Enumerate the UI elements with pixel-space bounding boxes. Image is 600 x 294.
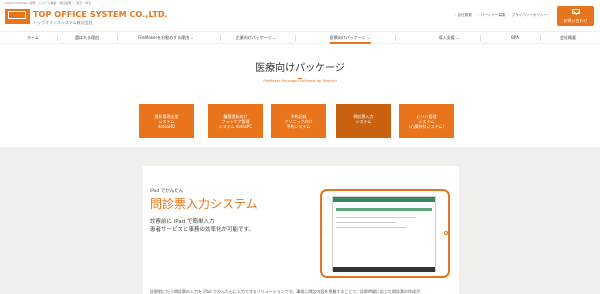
nav-divider bbox=[220, 35, 221, 41]
package-tile-footcare[interactable]: 腹膜透析向け フットケア管理 システム dotsoPC bbox=[208, 104, 263, 138]
logo-mark-icon bbox=[8, 11, 26, 19]
nav-item-enterprise[interactable]: 企業向けパッケージ ⌄ bbox=[236, 32, 277, 44]
hero-section: 医療向けパッケージ FileMaker Packaged Software fo… bbox=[0, 44, 600, 147]
package-tile-label: 予約記録 クリニック向け 予約システム bbox=[284, 114, 313, 129]
feature-label: iPad でかんたん bbox=[150, 189, 184, 194]
main-nav: ホーム 選ばれる理由 FileMakerをお勧めする理由 ⌄ 企業向けパッケージ… bbox=[0, 31, 600, 44]
ipad-frame: ‹ bbox=[320, 189, 450, 278]
nav-item-bpa[interactable]: BPA bbox=[511, 32, 519, 44]
nav-item-home[interactable]: ホーム bbox=[27, 32, 39, 44]
screen-row bbox=[336, 227, 406, 228]
nav-item-medical[interactable]: 医療向けパッケージ ⌄ bbox=[329, 32, 371, 44]
package-tile-label: 心リハ管理 システム （心臓外科システム） bbox=[406, 114, 447, 129]
package-tile-reservation[interactable]: 予約記録 クリニック向け 予約システム bbox=[271, 104, 326, 138]
package-tile-dialysis[interactable]: 透析管理支援 システム dotsoHD bbox=[139, 104, 194, 138]
screen-row bbox=[336, 222, 396, 223]
nav-item-reasons[interactable]: 選ばれる理由 bbox=[75, 32, 99, 44]
nav-divider bbox=[395, 35, 396, 41]
nav-divider bbox=[480, 35, 481, 41]
package-tile-questionnaire[interactable]: 問診票入力 システム bbox=[336, 104, 391, 138]
feature-card: iPad でかんたん 問診票入力システム 診察前に iPad で簡単入力 患者サ… bbox=[143, 166, 459, 294]
app-screenshot bbox=[332, 196, 436, 272]
site-tagline: Claris FileMaker 開発・システム構築・受託開発 ｜ 東京・埼玉 bbox=[5, 1, 92, 5]
page-title: 医療向けパッケージ bbox=[255, 63, 345, 74]
nav-divider bbox=[117, 35, 118, 41]
screen-tab-bar bbox=[336, 208, 432, 211]
package-tile-label: 透析管理支援 システム dotsoHD bbox=[154, 114, 179, 129]
nav-item-company[interactable]: 会社概要 bbox=[560, 32, 576, 44]
feature-body-text: 診察前に行う問診票の入力を iPad でかんたんに入力できるソリューションです。… bbox=[150, 289, 421, 294]
brand-name[interactable]: TOP OFFICE SYSTEM CO.,LTD. bbox=[33, 10, 168, 19]
feature-title: 問診票入力システム bbox=[150, 197, 258, 211]
nav-divider bbox=[540, 35, 541, 41]
nav-item-support[interactable]: 導入支援 ⌄ bbox=[439, 32, 460, 44]
screen-footer-bar bbox=[333, 267, 435, 272]
brand-subtitle: トップオフィスシステム株式会社 bbox=[33, 20, 93, 25]
feature-description: 診察前に iPad で簡単入力 患者サービスと事務の効率化が可能です。 bbox=[150, 219, 254, 233]
package-tile-label: 問診票入力 システム bbox=[353, 114, 374, 124]
contact-button[interactable]: お問い合わせ bbox=[557, 6, 594, 26]
nav-divider bbox=[57, 35, 58, 41]
util-link-partner[interactable]: パートナー募集 bbox=[478, 13, 505, 18]
nav-divider bbox=[295, 35, 296, 41]
company-logo[interactable] bbox=[5, 9, 30, 24]
nav-item-filemaker[interactable]: FileMakerをお勧めする理由 ⌄ bbox=[138, 32, 194, 44]
screen-header-bar bbox=[333, 197, 435, 202]
util-link-company[interactable]: 会社概要 bbox=[455, 13, 471, 18]
page-subtitle: FileMaker Packaged Software for Medical bbox=[263, 79, 337, 83]
package-tile-label: 腹膜透析向け フットケア管理 システム dotsoPC bbox=[218, 114, 253, 129]
util-link-privacy[interactable]: プライバシーポリシー bbox=[509, 13, 547, 18]
contact-button-label: お問い合わせ bbox=[563, 18, 588, 23]
mail-icon bbox=[572, 9, 580, 14]
chevron-left-icon[interactable]: ‹ bbox=[324, 230, 326, 236]
home-button-icon bbox=[444, 231, 448, 235]
top-header: Claris FileMaker 開発・システム構築・受託開発 ｜ 東京・埼玉 … bbox=[0, 0, 600, 31]
screen-row bbox=[336, 217, 416, 218]
package-tile-cardiac[interactable]: 心リハ管理 システム （心臓外科システム） bbox=[399, 104, 454, 138]
